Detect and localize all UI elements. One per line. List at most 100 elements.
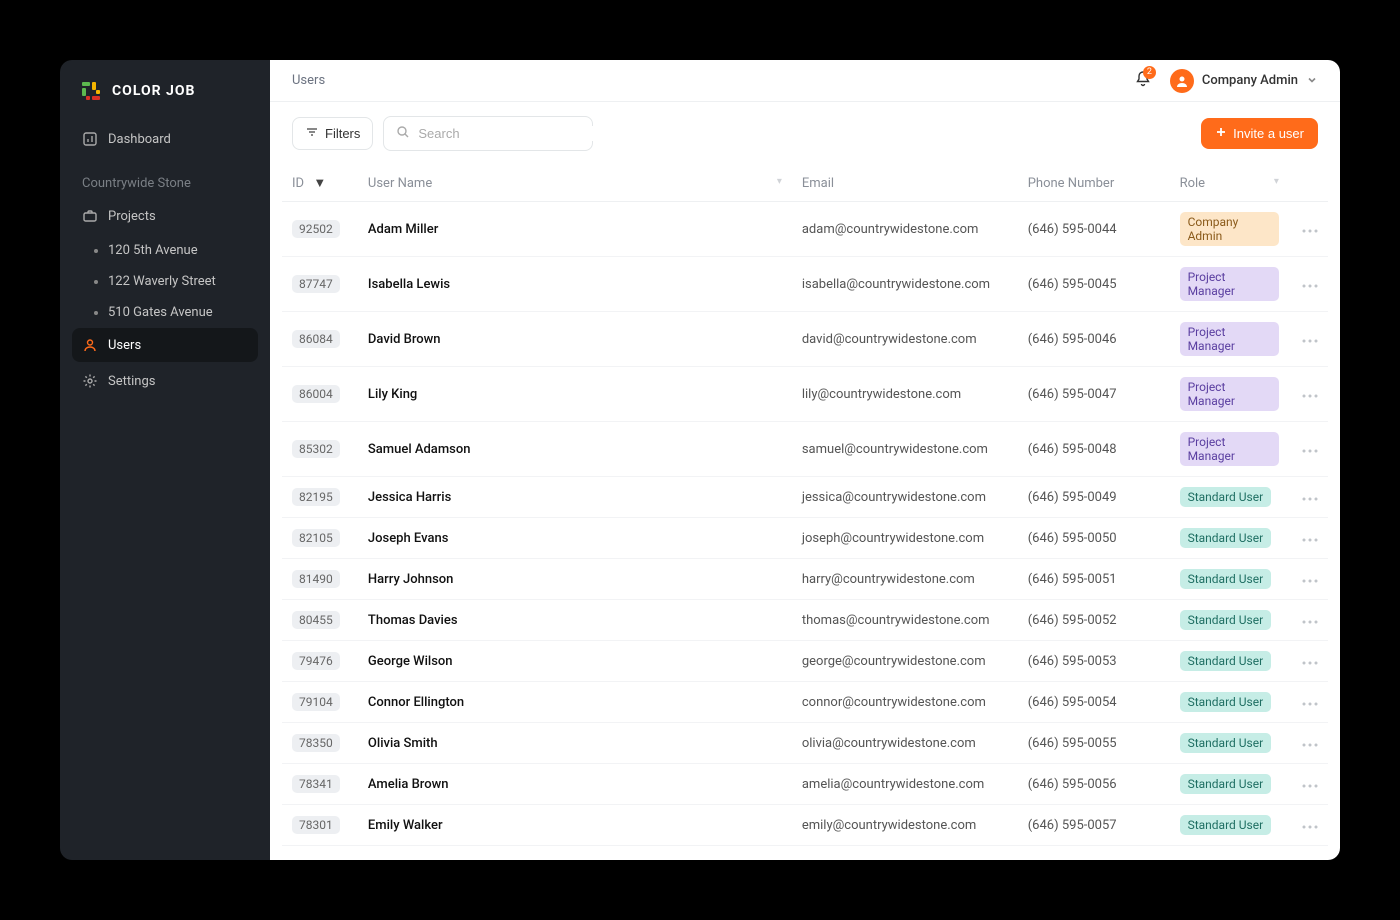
nav-dashboard-label: Dashboard bbox=[108, 132, 171, 147]
user-phone: (646) 595-0057 bbox=[1018, 805, 1170, 846]
table-row[interactable]: 87747Isabella Lewisisabella@countrywides… bbox=[282, 257, 1328, 312]
user-id: 82195 bbox=[292, 488, 340, 506]
user-phone: (646) 595-0047 bbox=[1018, 367, 1170, 422]
nav-dashboard[interactable]: Dashboard bbox=[72, 122, 258, 156]
row-actions-button[interactable] bbox=[1289, 682, 1328, 723]
role-badge: Standard User bbox=[1180, 569, 1272, 589]
user-email: isabella@countrywidestone.com bbox=[792, 257, 1018, 312]
table-row[interactable]: 78301 Emily Walkeremily@countrywidestone.… bbox=[282, 805, 1328, 846]
more-icon bbox=[1302, 777, 1318, 792]
column-name[interactable]: User Name ▾ bbox=[358, 165, 792, 202]
invite-label: Invite a user bbox=[1233, 126, 1304, 141]
table-row[interactable]: 81490Harry Johnsonharry@countrywidestone… bbox=[282, 559, 1328, 600]
row-actions-button[interactable] bbox=[1289, 600, 1328, 641]
bullet-icon bbox=[94, 311, 98, 315]
role-badge: Standard User bbox=[1180, 733, 1272, 753]
row-actions-button[interactable] bbox=[1289, 641, 1328, 682]
row-actions-button[interactable] bbox=[1289, 518, 1328, 559]
table-row[interactable]: 82105Joseph Evansjoseph@countrywidestone… bbox=[282, 518, 1328, 559]
table-row[interactable]: 78350Olivia Smitholivia@countrywidestone… bbox=[282, 723, 1328, 764]
user-id: 82105 bbox=[292, 529, 340, 547]
role-badge: Standard User bbox=[1180, 774, 1272, 794]
user-id: 78350 bbox=[292, 734, 340, 752]
user-email: emily@countrywidestone.com bbox=[792, 805, 1018, 846]
invite-user-button[interactable]: Invite a user bbox=[1201, 118, 1318, 149]
row-actions-button[interactable] bbox=[1289, 764, 1328, 805]
user-email: amelia@countrywidestone.com bbox=[792, 764, 1018, 805]
column-phone[interactable]: Phone Number bbox=[1018, 165, 1170, 202]
nav-settings-label: Settings bbox=[108, 374, 155, 389]
table-row[interactable]: 92502 Adam Milleradam@countrywidestone.co… bbox=[282, 202, 1328, 257]
more-icon bbox=[1302, 490, 1318, 505]
breadcrumb: Users bbox=[292, 73, 325, 88]
briefcase-icon bbox=[82, 208, 98, 224]
role-badge: Standard User bbox=[1180, 651, 1272, 671]
row-actions-button[interactable] bbox=[1289, 723, 1328, 764]
topbar: Users 2 bbox=[270, 60, 1340, 102]
users-table: ID ▼ User Name ▾ Email Phone Number bbox=[282, 165, 1328, 846]
user-email: samuel@countrywidestone.com bbox=[792, 422, 1018, 477]
user-name: Emily Walker bbox=[358, 805, 792, 846]
notifications-button[interactable]: 2 bbox=[1134, 70, 1152, 92]
table-row[interactable]: 79104Connor Ellingtonconnor@countrywides… bbox=[282, 682, 1328, 723]
user-name: Olivia Smith bbox=[358, 723, 792, 764]
table-row[interactable]: 78341 Amelia Brownamelia@countrywidestone… bbox=[282, 764, 1328, 805]
user-id: 92502 bbox=[292, 220, 340, 238]
user-email: lily@countrywidestone.com bbox=[792, 367, 1018, 422]
column-id[interactable]: ID ▼ bbox=[282, 165, 358, 202]
row-actions-button[interactable] bbox=[1289, 312, 1328, 367]
users-table-container: ID ▼ User Name ▾ Email Phone Number bbox=[270, 165, 1340, 860]
role-badge: Standard User bbox=[1180, 815, 1272, 835]
nav-projects[interactable]: Projects bbox=[72, 199, 258, 233]
app-window: COLOR JOB Dashboard Countrywide Stone Pr… bbox=[60, 60, 1340, 860]
user-phone: (646) 595-0049 bbox=[1018, 477, 1170, 518]
notification-badge: 2 bbox=[1143, 66, 1156, 79]
sidebar-project-item[interactable]: 122 Waverly Street bbox=[72, 266, 258, 297]
search-box[interactable] bbox=[383, 116, 593, 151]
row-actions-button[interactable] bbox=[1289, 367, 1328, 422]
user-email: jessica@countrywidestone.com bbox=[792, 477, 1018, 518]
table-row[interactable]: 79476George Wilsongeorge@countrywideston… bbox=[282, 641, 1328, 682]
search-input[interactable] bbox=[418, 126, 594, 141]
row-actions-button[interactable] bbox=[1289, 477, 1328, 518]
column-role[interactable]: Role ▾ bbox=[1170, 165, 1289, 202]
sidebar-project-item[interactable]: 120 5th Avenue bbox=[72, 235, 258, 266]
role-badge: Standard User bbox=[1180, 487, 1272, 507]
user-phone: (646) 595-0046 bbox=[1018, 312, 1170, 367]
table-row[interactable]: 86004Lily Kinglily@countrywidestone.com(… bbox=[282, 367, 1328, 422]
sidebar-project-item[interactable]: 510 Gates Avenue bbox=[72, 297, 258, 328]
user-id: 78301 bbox=[292, 816, 340, 834]
user-icon bbox=[82, 337, 98, 353]
account-menu[interactable]: Company Admin bbox=[1170, 69, 1318, 93]
table-row[interactable]: 80455Thomas Daviesthomas@countrywideston… bbox=[282, 600, 1328, 641]
filters-button[interactable]: Filters bbox=[292, 117, 373, 150]
sidebar-project-label: 122 Waverly Street bbox=[108, 274, 216, 289]
more-icon bbox=[1302, 531, 1318, 546]
row-actions-button[interactable] bbox=[1289, 805, 1328, 846]
row-actions-button[interactable] bbox=[1289, 422, 1328, 477]
nav-settings[interactable]: Settings bbox=[72, 364, 258, 398]
user-email: adam@countrywidestone.com bbox=[792, 202, 1018, 257]
topbar-right: 2 Company Admin bbox=[1134, 69, 1318, 93]
column-email[interactable]: Email bbox=[792, 165, 1018, 202]
user-name: Amelia Brown bbox=[358, 764, 792, 805]
nav-users[interactable]: Users bbox=[72, 328, 258, 362]
table-row[interactable]: 82195Jessica Harrisjessica@countrywidest… bbox=[282, 477, 1328, 518]
row-actions-button[interactable] bbox=[1289, 202, 1328, 257]
user-phone: (646) 595-0045 bbox=[1018, 257, 1170, 312]
table-row[interactable]: 86084David Browndavid@countrywidestone.c… bbox=[282, 312, 1328, 367]
user-id: 78341 bbox=[292, 775, 340, 793]
row-actions-button[interactable] bbox=[1289, 257, 1328, 312]
row-actions-button[interactable] bbox=[1289, 559, 1328, 600]
avatar bbox=[1170, 69, 1194, 93]
table-header-row: ID ▼ User Name ▾ Email Phone Number bbox=[282, 165, 1328, 202]
more-icon bbox=[1302, 818, 1318, 833]
column-actions bbox=[1289, 165, 1328, 202]
user-phone: (646) 595-0052 bbox=[1018, 600, 1170, 641]
sidebar: COLOR JOB Dashboard Countrywide Stone Pr… bbox=[60, 60, 270, 860]
user-name: Adam Miller bbox=[358, 202, 792, 257]
sort-icon: ▾ bbox=[1274, 176, 1279, 187]
role-badge: Standard User bbox=[1180, 692, 1272, 712]
table-row[interactable]: 85302Samuel Adamsonsamuel@countrywidesto… bbox=[282, 422, 1328, 477]
user-phone: (646) 595-0044 bbox=[1018, 202, 1170, 257]
